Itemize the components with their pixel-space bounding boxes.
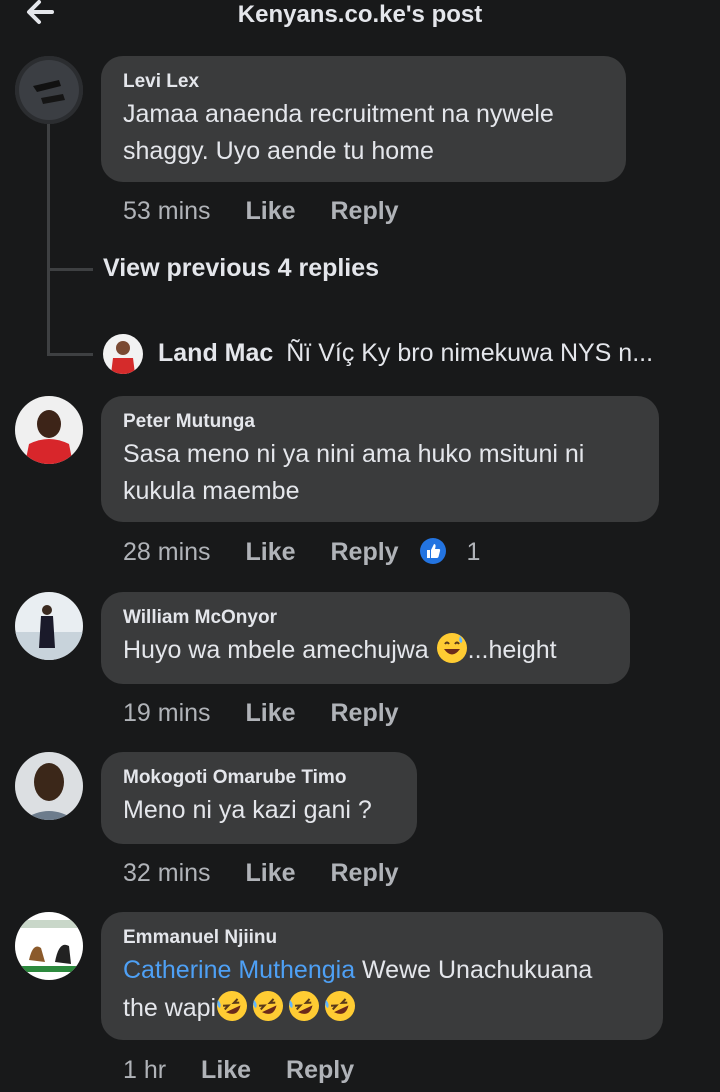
comment-bubble: Emmanuel Njiinu Catherine Muthengia Wewe… bbox=[101, 912, 663, 1040]
comment-author[interactable]: Peter Mutunga bbox=[123, 410, 255, 434]
comment-text-part: ...height bbox=[467, 636, 557, 664]
page-title: Kenyans.co.ke's post bbox=[237, 1, 483, 28]
comment-text-line: Sasa meno ni ya nini ama huko msituni ni bbox=[123, 440, 585, 468]
comment-author[interactable]: Mokogoti Omarube Timo bbox=[123, 766, 346, 790]
reply-button[interactable]: Reply bbox=[330, 197, 398, 225]
like-button[interactable]: Like bbox=[201, 1056, 251, 1084]
comment-bubble: Mokogoti Omarube Timo Meno ni ya kazi ga… bbox=[101, 752, 417, 844]
avatar[interactable] bbox=[15, 396, 83, 464]
reply-author[interactable]: Land Mac bbox=[158, 339, 273, 367]
comment-author[interactable]: Emmanuel Njiinu bbox=[123, 926, 277, 950]
avatar[interactable] bbox=[15, 912, 83, 980]
avatar[interactable] bbox=[103, 334, 143, 374]
comment-author[interactable]: William McOnyor bbox=[123, 606, 277, 630]
comment-text-line: kukula maembe bbox=[123, 477, 300, 505]
comment-text-part: Huyo wa mbele amechujwa bbox=[123, 636, 436, 664]
reply-button[interactable]: Reply bbox=[330, 859, 398, 887]
reply-preview[interactable]: Land Mac Ñï Víç Ky bro nimekuwa NYS n... bbox=[158, 339, 653, 368]
rolling-laughing-emoji bbox=[288, 990, 320, 1022]
reply-button[interactable]: Reply bbox=[330, 538, 398, 566]
comment-text-line: Meno ni ya kazi gani ? bbox=[123, 796, 372, 824]
comment-bubble: Levi Lex Jamaa anaenda recruitment na ny… bbox=[101, 56, 626, 182]
reply-button[interactable]: Reply bbox=[330, 699, 398, 727]
grinning-sweat-emoji bbox=[436, 632, 468, 664]
avatar[interactable] bbox=[15, 752, 83, 820]
comment-bubble: William McOnyor Huyo wa mbele amechujwa … bbox=[101, 592, 630, 684]
reply-preview-text: Ñï Víç Ky bro nimekuwa NYS n... bbox=[286, 339, 654, 367]
comment-actions: 53 mins Like Reply bbox=[123, 196, 399, 226]
mention-link[interactable]: Catherine Muthengia bbox=[123, 956, 355, 984]
comment-actions: 32 mins Like Reply bbox=[123, 858, 399, 888]
comment-text-part: Wewe Unachukuana bbox=[355, 956, 593, 984]
rolling-laughing-emoji bbox=[252, 990, 284, 1022]
reaction-count: 1 bbox=[466, 538, 481, 566]
like-button[interactable]: Like bbox=[246, 699, 296, 727]
thumbs-up-icon[interactable] bbox=[419, 538, 446, 564]
comment-actions: 19 mins Like Reply bbox=[123, 698, 399, 728]
avatar[interactable] bbox=[15, 592, 83, 660]
comment-time: 32 mins bbox=[123, 859, 211, 887]
comment-time: 28 mins bbox=[123, 538, 211, 566]
rolling-laughing-emoji bbox=[216, 990, 248, 1022]
view-previous-replies-link[interactable]: View previous 4 replies bbox=[103, 254, 379, 283]
comment-time: 1 hr bbox=[123, 1056, 167, 1084]
like-button[interactable]: Like bbox=[246, 197, 296, 225]
comment-text-line: Catherine Muthengia Wewe Unachukuana bbox=[123, 952, 592, 989]
like-button[interactable]: Like bbox=[246, 538, 296, 566]
comment-time: 53 mins bbox=[123, 197, 211, 225]
comment-text: Huyo wa mbele amechujwa ...height bbox=[123, 632, 557, 669]
comment-text-line: the wapi bbox=[123, 990, 356, 1027]
comment-author[interactable]: Levi Lex bbox=[123, 70, 199, 94]
avatar[interactable] bbox=[15, 56, 83, 124]
comment-text-line: shaggy. Uyo aende tu home bbox=[123, 137, 434, 165]
like-button[interactable]: Like bbox=[246, 859, 296, 887]
rolling-laughing-emoji bbox=[324, 990, 356, 1022]
thread-branch-line bbox=[47, 268, 93, 271]
comment-actions: 1 hr Like Reply bbox=[123, 1055, 354, 1085]
comment-actions: 28 mins Like Reply 1 bbox=[123, 537, 480, 567]
comment-text-part: the wapi bbox=[123, 994, 217, 1022]
thread-line bbox=[47, 122, 50, 356]
comment-text-line: Jamaa anaenda recruitment na nywele bbox=[123, 100, 554, 128]
comment-bubble: Peter Mutunga Sasa meno ni ya nini ama h… bbox=[101, 396, 659, 522]
comment-time: 19 mins bbox=[123, 699, 211, 727]
thread-branch-line bbox=[47, 353, 93, 356]
reply-button[interactable]: Reply bbox=[286, 1056, 354, 1084]
